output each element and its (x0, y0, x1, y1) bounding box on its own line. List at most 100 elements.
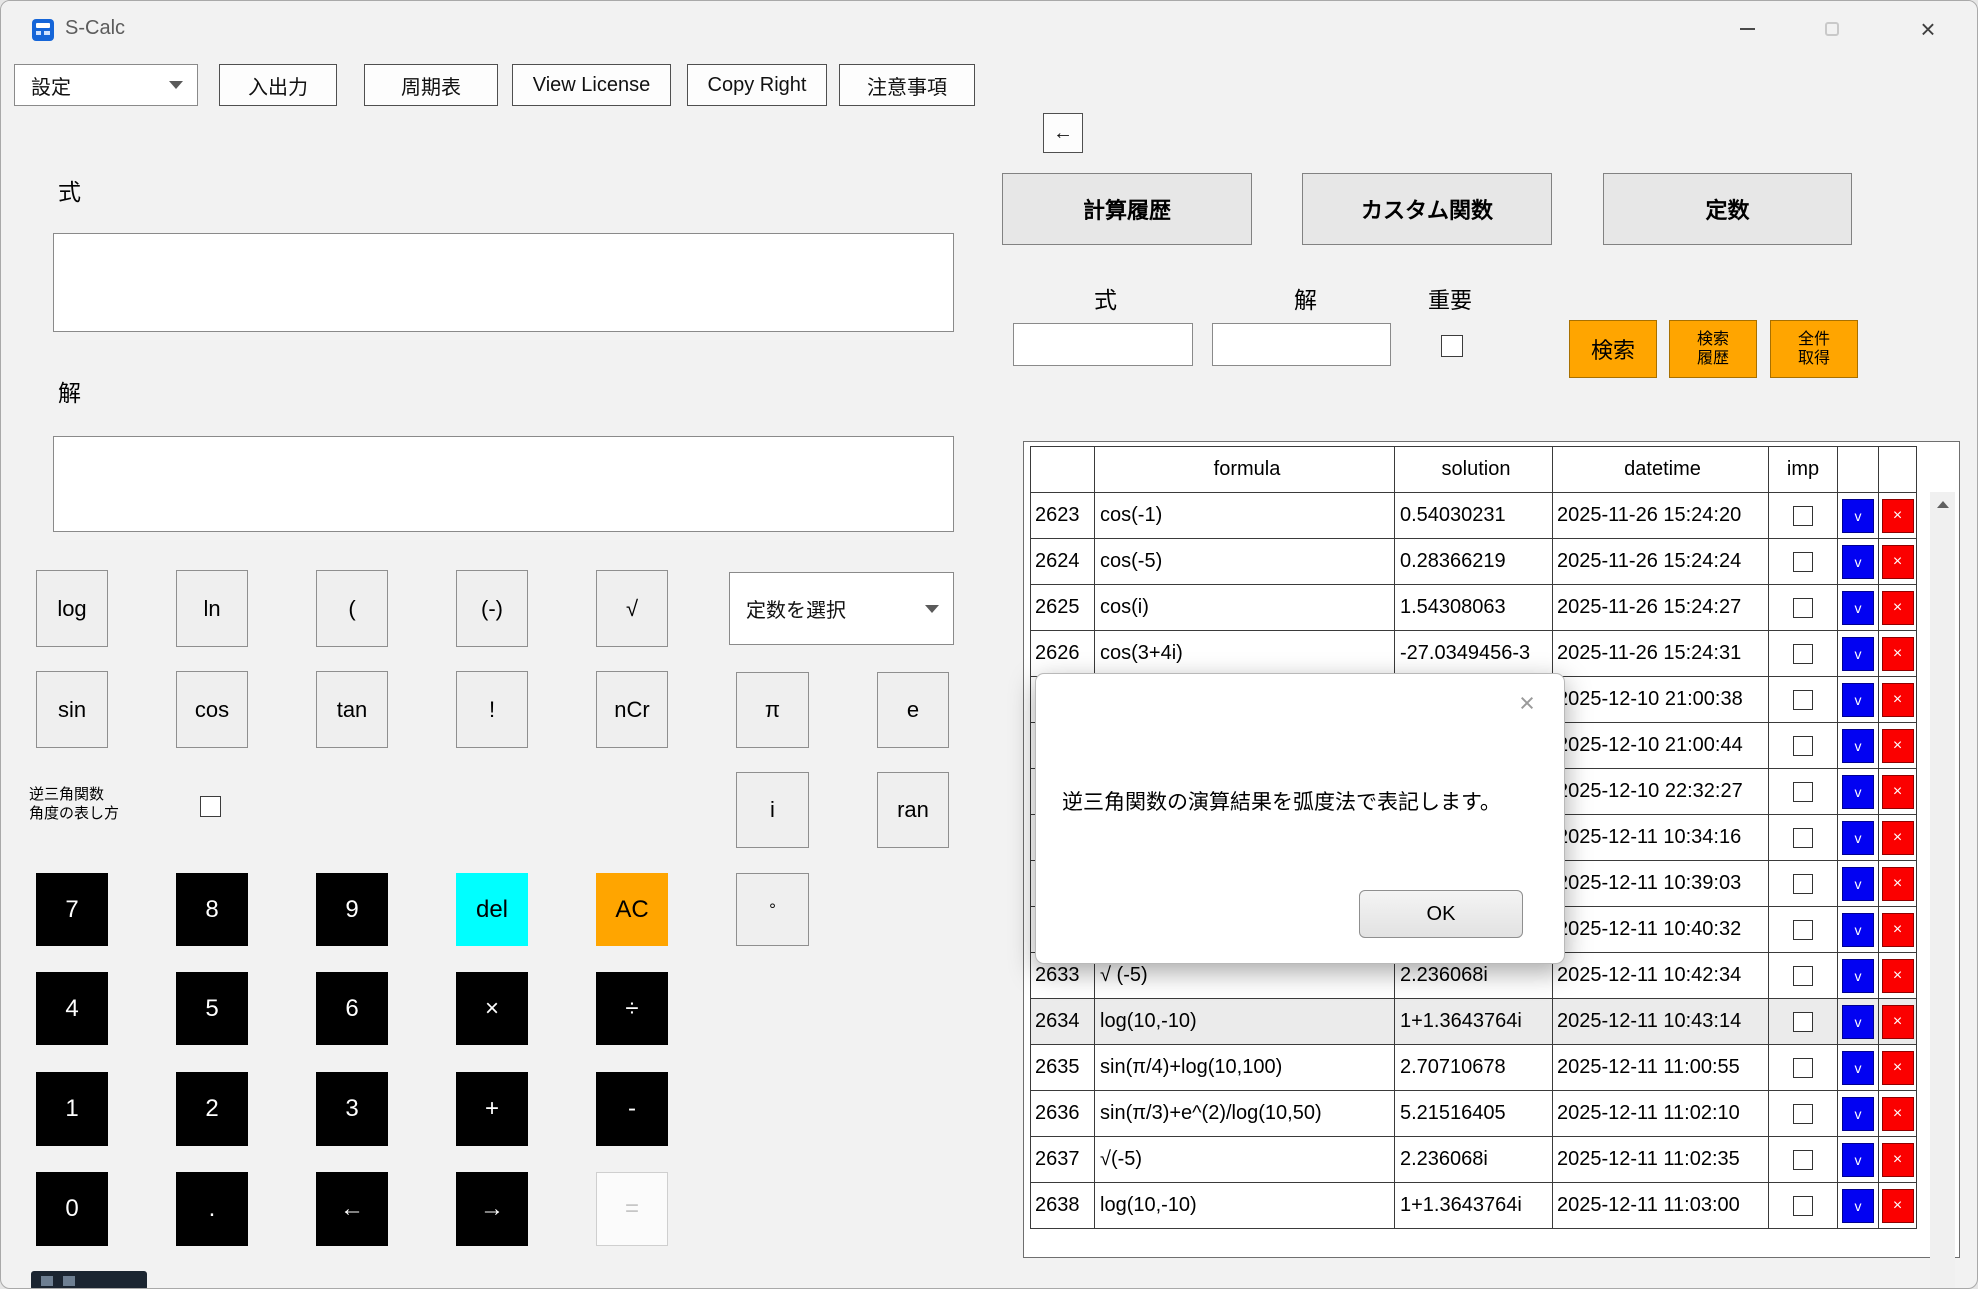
notes-button[interactable]: 注意事項 (839, 64, 975, 106)
row-flag-button[interactable]: v (1842, 1189, 1874, 1223)
table-scrollbar[interactable] (1930, 492, 1955, 1289)
table-row[interactable]: 2638 log(10,-10) 1+1.3643764i 2025-12-11… (1031, 1183, 1917, 1229)
imp-checkbox[interactable] (1793, 1104, 1813, 1124)
imp-checkbox[interactable] (1793, 828, 1813, 848)
row-flag-button[interactable]: v (1842, 959, 1874, 993)
col-formula-header[interactable]: formula (1095, 447, 1395, 493)
row-flag-button[interactable]: v (1842, 913, 1874, 947)
row-delete-button[interactable]: × (1882, 1189, 1914, 1223)
col-id-header[interactable] (1031, 447, 1095, 493)
key-9[interactable]: 9 (316, 873, 388, 946)
imp-checkbox[interactable] (1793, 598, 1813, 618)
col-datetime-header[interactable]: datetime (1553, 447, 1769, 493)
search-solution-input[interactable] (1212, 323, 1391, 366)
col-solution-header[interactable]: solution (1395, 447, 1553, 493)
back-button[interactable]: ← (1043, 113, 1083, 153)
settings-select[interactable]: 設定 (14, 64, 198, 106)
log-button[interactable]: log (36, 570, 108, 647)
sqrt-button[interactable]: √ (596, 570, 668, 647)
row-delete-button[interactable]: × (1882, 545, 1914, 579)
imp-checkbox[interactable] (1793, 1012, 1813, 1032)
imp-checkbox[interactable] (1793, 690, 1813, 710)
ok-button[interactable]: OK (1359, 890, 1523, 938)
imp-checkbox[interactable] (1793, 552, 1813, 572)
scroll-up-button[interactable] (1930, 492, 1955, 517)
row-flag-button[interactable]: v (1842, 683, 1874, 717)
imp-checkbox[interactable] (1793, 644, 1813, 664)
table-row[interactable]: 2635 sin(π/4)+log(10,100) 2.70710678 202… (1031, 1045, 1917, 1091)
imp-checkbox[interactable] (1793, 736, 1813, 756)
imp-checkbox[interactable] (1793, 966, 1813, 986)
history-tab-button[interactable]: 計算履歴 (1002, 173, 1252, 245)
row-delete-button[interactable]: × (1882, 1097, 1914, 1131)
key-5[interactable]: 5 (176, 972, 248, 1045)
copyright-button[interactable]: Copy Right (687, 64, 827, 106)
row-delete-button[interactable]: × (1882, 821, 1914, 855)
key-0[interactable]: 0 (36, 1172, 108, 1246)
row-delete-button[interactable]: × (1882, 775, 1914, 809)
inverse-trig-checkbox[interactable] (200, 796, 221, 817)
key-4[interactable]: 4 (36, 972, 108, 1045)
search-button[interactable]: 検索 (1569, 320, 1657, 378)
tan-button[interactable]: tan (316, 671, 388, 748)
search-formula-input[interactable] (1013, 323, 1193, 366)
negate-button[interactable]: (-) (456, 570, 528, 647)
row-delete-button[interactable]: × (1882, 959, 1914, 993)
imp-checkbox[interactable] (1793, 1196, 1813, 1216)
row-delete-button[interactable]: × (1882, 591, 1914, 625)
periodic-table-button[interactable]: 周期表 (364, 64, 498, 106)
row-delete-button[interactable]: × (1882, 867, 1914, 901)
constants-button[interactable]: 定数 (1603, 173, 1852, 245)
row-flag-button[interactable]: v (1842, 1097, 1874, 1131)
row-flag-button[interactable]: v (1842, 821, 1874, 855)
solution-display[interactable] (53, 436, 954, 532)
factorial-button[interactable]: ! (456, 671, 528, 748)
key-6[interactable]: 6 (316, 972, 388, 1045)
multiply-key[interactable]: × (456, 972, 528, 1045)
row-flag-button[interactable]: v (1842, 867, 1874, 901)
minus-key[interactable]: - (596, 1072, 668, 1146)
imp-checkbox[interactable] (1793, 506, 1813, 526)
cursor-left-key[interactable]: ← (316, 1172, 388, 1246)
table-row[interactable]: 2637 √(-5) 2.236068i 2025-12-11 11:02:35… (1031, 1137, 1917, 1183)
row-delete-button[interactable]: × (1882, 729, 1914, 763)
key-3[interactable]: 3 (316, 1072, 388, 1146)
row-delete-button[interactable]: × (1882, 1051, 1914, 1085)
maximize-button[interactable] (1801, 1, 1863, 57)
pi-button[interactable]: π (736, 672, 809, 748)
row-flag-button[interactable]: v (1842, 637, 1874, 671)
degree-key[interactable]: ° (736, 873, 809, 946)
imp-checkbox[interactable] (1793, 874, 1813, 894)
dot-key[interactable]: . (176, 1172, 248, 1246)
key-7[interactable]: 7 (36, 873, 108, 946)
ncr-button[interactable]: nCr (596, 671, 668, 748)
table-row[interactable]: 2625 cos(i) 1.54308063 2025-11-26 15:24:… (1031, 585, 1917, 631)
row-delete-button[interactable]: × (1882, 913, 1914, 947)
row-delete-button[interactable]: × (1882, 1143, 1914, 1177)
search-history-button[interactable]: 検索 履歴 (1669, 320, 1757, 378)
custom-functions-button[interactable]: カスタム関数 (1302, 173, 1552, 245)
row-flag-button[interactable]: v (1842, 775, 1874, 809)
row-delete-button[interactable]: × (1882, 683, 1914, 717)
delete-key[interactable]: del (456, 873, 528, 946)
row-flag-button[interactable]: v (1842, 729, 1874, 763)
row-delete-button[interactable]: × (1882, 637, 1914, 671)
divide-key[interactable]: ÷ (596, 972, 668, 1045)
table-row[interactable]: 2634 log(10,-10) 1+1.3643764i 2025-12-11… (1031, 999, 1917, 1045)
plus-key[interactable]: + (456, 1072, 528, 1146)
io-button[interactable]: 入出力 (219, 64, 337, 106)
imp-checkbox[interactable] (1793, 1058, 1813, 1078)
row-flag-button[interactable]: v (1842, 591, 1874, 625)
formula-display[interactable] (53, 233, 954, 332)
table-row[interactable]: 2626 cos(3+4i) -27.0349456-3 2025-11-26 … (1031, 631, 1917, 677)
ln-button[interactable]: ln (176, 570, 248, 647)
imp-checkbox[interactable] (1793, 920, 1813, 940)
paren-button[interactable]: ( (316, 570, 388, 647)
row-delete-button[interactable]: × (1882, 1005, 1914, 1039)
table-row[interactable]: 2624 cos(-5) 0.28366219 2025-11-26 15:24… (1031, 539, 1917, 585)
cursor-right-key[interactable]: → (456, 1172, 528, 1246)
sin-button[interactable]: sin (36, 671, 108, 748)
row-flag-button[interactable]: v (1842, 499, 1874, 533)
view-license-button[interactable]: View License (512, 64, 671, 106)
imp-checkbox[interactable] (1793, 1150, 1813, 1170)
